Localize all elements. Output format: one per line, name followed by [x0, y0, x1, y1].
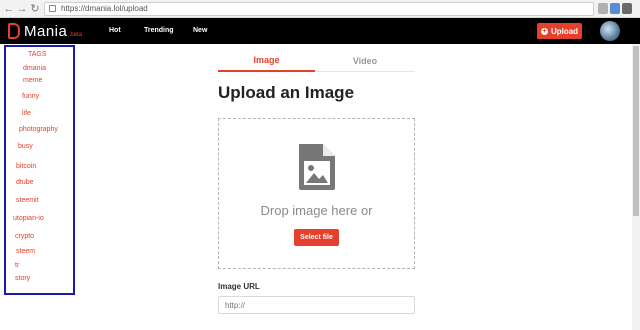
image-file-icon [299, 144, 335, 190]
lock-icon [49, 5, 56, 12]
drop-text: Drop image here or [260, 203, 373, 218]
reload-icon[interactable]: ↻ [29, 3, 41, 15]
address-bar[interactable]: https://dmania.lol/upload [44, 2, 594, 16]
upload-button-label: Upload [550, 26, 579, 36]
tag-item[interactable]: dtube [16, 179, 34, 186]
browser-toolbar: ← → ↻ https://dmania.lol/upload [0, 0, 640, 18]
scrollbar[interactable] [632, 44, 640, 330]
tag-item[interactable]: meme [23, 77, 42, 84]
tag-item[interactable]: busy [18, 143, 33, 150]
app-header: Mania beta Hot Trending New + Upload [0, 18, 640, 44]
forward-icon[interactable]: → [16, 3, 28, 15]
tag-item[interactable]: utopian-io [13, 215, 44, 222]
avatar[interactable] [600, 21, 620, 41]
nav-new[interactable]: New [193, 27, 207, 34]
upload-tabs: Image Video [218, 50, 415, 72]
tags-sidebar: TAGS dmania meme funny life photography … [4, 45, 75, 295]
tags-title: TAGS [28, 51, 47, 58]
tag-item[interactable]: photography [19, 126, 58, 133]
tag-item[interactable]: funny [22, 93, 39, 100]
logo-mark-icon [8, 23, 20, 39]
image-dropzone[interactable]: Drop image here or Select file [218, 118, 415, 269]
image-url-label: Image URL [218, 282, 260, 291]
tag-item[interactable]: bitcoin [16, 163, 36, 170]
image-url-input[interactable] [218, 296, 415, 314]
tag-item[interactable]: tr [15, 262, 19, 269]
address-url: https://dmania.lol/upload [61, 4, 148, 13]
logo-text: Mania [24, 22, 68, 40]
upload-button[interactable]: + Upload [537, 23, 582, 39]
tag-item[interactable]: steemit [16, 197, 39, 204]
back-icon[interactable]: ← [3, 3, 15, 15]
page-title: Upload an Image [218, 83, 355, 102]
menu-icon[interactable] [622, 3, 632, 14]
nav-hot[interactable]: Hot [109, 27, 121, 34]
plus-icon: + [540, 27, 548, 35]
tag-item[interactable]: dmania [23, 65, 46, 72]
tag-item[interactable]: story [15, 275, 30, 282]
logo-beta-badge: beta [70, 32, 83, 38]
tag-item[interactable]: crypto [15, 233, 34, 240]
select-file-button[interactable]: Select file [294, 229, 339, 246]
translate-icon[interactable] [610, 3, 620, 14]
tag-item[interactable]: life [22, 110, 31, 117]
logo[interactable]: Mania beta [8, 22, 82, 40]
tab-image[interactable]: Image [218, 50, 315, 72]
nav-trending[interactable]: Trending [144, 27, 174, 34]
scrollbar-thumb[interactable] [633, 46, 639, 216]
key-icon[interactable] [598, 3, 608, 14]
tab-video[interactable]: Video [315, 50, 415, 72]
tag-item[interactable]: steem [16, 248, 35, 255]
